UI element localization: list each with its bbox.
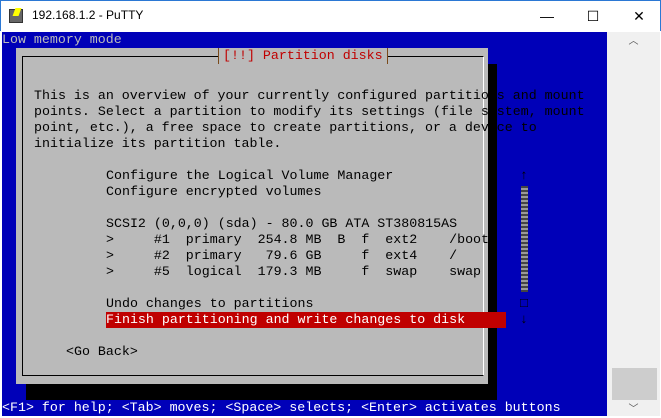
menu-item-partition-5[interactable]: > #5 logical 179.3 MB f swap swap xyxy=(106,264,481,280)
description-line: point, etc.), a free space to create par… xyxy=(34,120,537,135)
scroll-up-button[interactable]: ︿ xyxy=(607,32,660,48)
scroll-down-button[interactable]: ﹀ xyxy=(607,400,660,416)
help-status-bar: <F1> for help; <Tab> moves; <Space> sele… xyxy=(2,400,561,416)
putty-icon xyxy=(9,9,23,23)
scroll-down-arrow[interactable]: ↓ xyxy=(520,312,528,328)
menu-item-disk-sda[interactable]: SCSI2 (0,0,0) (sda) - 80.0 GB ATA ST3808… xyxy=(106,216,457,232)
menu-item-partition-1[interactable]: > #1 primary 254.8 MB B f ext2 /boot xyxy=(106,232,489,248)
terminal[interactable]: Low memory mode [!!] Partition disks Thi… xyxy=(2,32,607,416)
window-scrollbar[interactable]: ︿ ﹀ xyxy=(607,32,660,416)
minimize-button[interactable]: — xyxy=(524,1,570,32)
dialog-shadow-bottom xyxy=(26,384,497,400)
menu-item-finish-selected[interactable]: Finish partitioning and write changes to… xyxy=(106,312,506,328)
menu-item-configure-encrypted[interactable]: Configure encrypted volumes xyxy=(106,184,321,200)
menu-item-configure-lvm[interactable]: Configure the Logical Volume Manager xyxy=(106,168,393,184)
window-title: 192.168.1.2 - PuTTY xyxy=(32,8,144,22)
maximize-button[interactable]: ☐ xyxy=(570,1,616,32)
scroll-marker: □ xyxy=(520,296,528,311)
title-bar: 192.168.1.2 - PuTTY — ☐ ✕ xyxy=(0,0,661,31)
scroll-track[interactable] xyxy=(521,186,528,292)
description-line: points. Select a partition to modify its… xyxy=(34,104,585,119)
dialog-title: [!!] Partition disks xyxy=(218,48,388,64)
partition-dialog: [!!] Partition disks This is an overview… xyxy=(16,48,585,384)
menu-item-partition-2[interactable]: > #2 primary 79.6 GB f ext4 / xyxy=(106,248,457,264)
scrollbar-thumb[interactable] xyxy=(612,368,657,400)
close-button[interactable]: ✕ xyxy=(616,1,661,32)
description-line: This is an overview of your currently co… xyxy=(34,88,585,103)
scroll-up-arrow[interactable]: ↑ xyxy=(520,168,528,184)
description-line: initialize its partition table. xyxy=(34,136,282,151)
menu-item-undo[interactable]: Undo changes to partitions xyxy=(106,296,313,312)
go-back-button[interactable]: <Go Back> xyxy=(66,344,138,360)
low-memory-status: Low memory mode xyxy=(2,32,122,47)
